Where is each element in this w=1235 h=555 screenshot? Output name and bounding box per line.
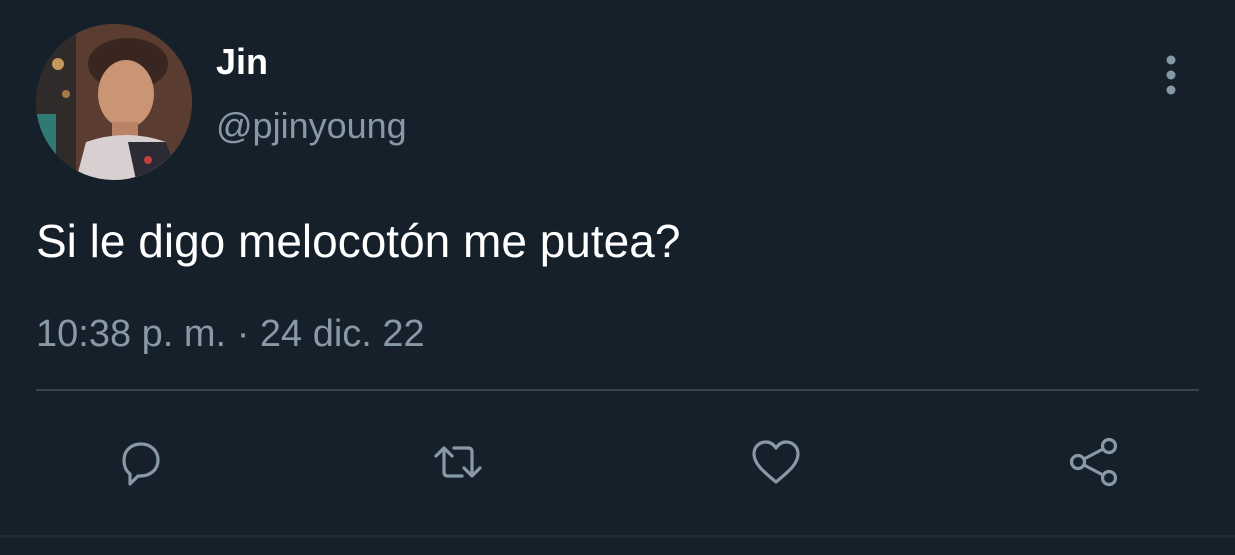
more-vertical-icon: [1166, 55, 1176, 95]
meta-separator: ·: [236, 313, 250, 355]
retweet-button[interactable]: [426, 430, 490, 494]
heart-icon: [752, 440, 800, 484]
like-button[interactable]: [744, 430, 808, 494]
tweet-time: 10:38 p. m.: [36, 313, 227, 355]
share-icon: [1069, 437, 1118, 487]
tweet-timestamp[interactable]: 10:38 p. m. · 24 dic. 22: [36, 310, 425, 358]
tweet-card: Jin @pjinyoung Si le digo melocotón me p…: [0, 0, 1235, 555]
divider: [36, 389, 1199, 391]
reply-icon: [122, 442, 160, 486]
tweet-text: Si le digo melocotón me putea?: [36, 215, 681, 267]
profile-photo-icon: [36, 24, 192, 180]
display-name[interactable]: Jin: [216, 40, 268, 84]
tweet-date: 24 dic. 22: [259, 313, 425, 355]
reply-button[interactable]: [108, 430, 172, 494]
bottom-divider: [0, 535, 1235, 538]
share-button[interactable]: [1062, 430, 1126, 494]
user-handle[interactable]: @pjinyoung: [216, 104, 407, 148]
avatar[interactable]: [36, 24, 192, 180]
retweet-icon: [434, 446, 482, 478]
more-options-button[interactable]: [1158, 52, 1184, 98]
